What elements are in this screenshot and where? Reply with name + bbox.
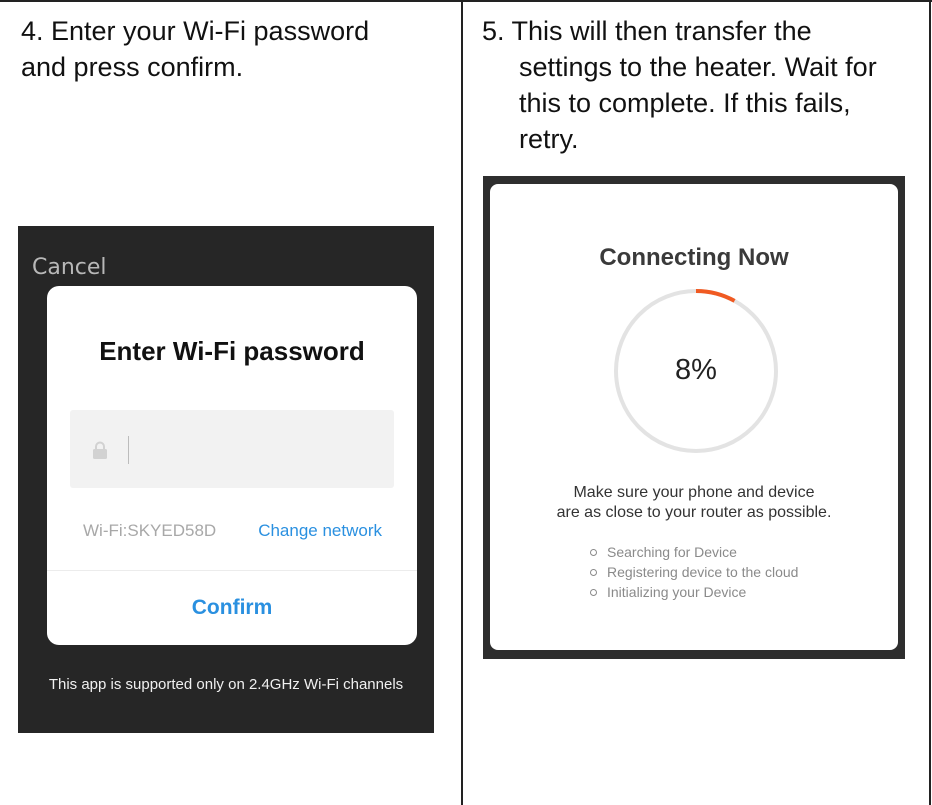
table-right-border [929, 0, 931, 805]
step4-instruction-line: and press confirm. [21, 52, 244, 82]
progress-percent: 8% [675, 354, 717, 386]
connecting-screenshot: Connecting Now 8% Make sure your phone a… [483, 176, 905, 659]
column-divider [461, 0, 463, 805]
dialog-title: Enter Wi-Fi password [99, 336, 365, 366]
status-item: Registering device to the cloud [590, 562, 798, 582]
proximity-tip: are as close to your router as possible. [556, 504, 832, 521]
cancel-button[interactable]: Cancel [32, 255, 107, 280]
status-item-label: Initializing your Device [607, 584, 747, 600]
status-item-label: Searching for Device [607, 544, 737, 560]
password-input[interactable] [70, 410, 394, 488]
status-item: Searching for Device [590, 542, 798, 562]
connection-status-list: Searching for Device Registering device … [590, 542, 798, 602]
step4-instruction-line: 4. Enter your Wi-Fi password [21, 16, 370, 46]
wifi-network-name: Wi-Fi:SKYED58D [83, 521, 217, 540]
circle-bullet-icon [590, 548, 597, 556]
text-caret [128, 436, 129, 464]
status-item-label: Registering device to the cloud [607, 564, 799, 580]
table-top-border [0, 0, 932, 2]
wifi-password-screenshot: Cancel Enter Wi-Fi password Wi-Fi:SKYED5… [18, 226, 434, 733]
step5-instruction-line: retry. [519, 124, 579, 154]
circle-bullet-icon [590, 588, 597, 596]
lock-icon [93, 441, 107, 459]
step5-instruction-line: this to complete. If this fails, [519, 88, 851, 118]
wifi-password-dialog: Enter Wi-Fi password Wi-Fi:SKYED58D Chan… [47, 286, 417, 645]
confirm-button[interactable]: Confirm [47, 571, 417, 645]
change-network-link[interactable]: Change network [258, 521, 382, 541]
wifi-support-note: This app is supported only on 2.4GHz Wi-… [48, 676, 404, 693]
status-item: Initializing your Device [590, 582, 798, 602]
step5-instruction-line: settings to the heater. Wait for [519, 52, 877, 82]
proximity-tip: Make sure your phone and device [573, 484, 815, 501]
connecting-card: Connecting Now 8% Make sure your phone a… [490, 184, 898, 650]
step5-instruction-line: 5. This will then transfer the [482, 16, 812, 46]
circle-bullet-icon [590, 568, 597, 576]
connecting-title: Connecting Now [599, 244, 789, 271]
